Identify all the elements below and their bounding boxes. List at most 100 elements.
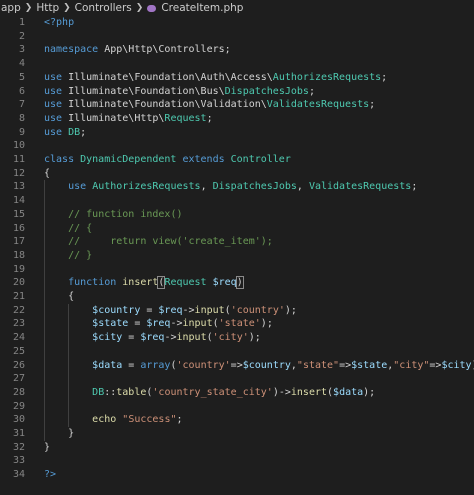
code-token: Illuminate\Http\ — [68, 112, 165, 124]
code-token: function — [68, 277, 123, 289]
breadcrumb: app ❯ Http ❯ Controllers ❯ CreateItem.ph… — [0, 0, 474, 16]
line-number: 23 — [12, 318, 25, 330]
code-token: ; — [206, 112, 213, 124]
code-token: AuthorizesRequests — [272, 71, 382, 83]
code-line: 6 use Illuminate\Foundation\Bus\Dispatche… — [0, 85, 474, 99]
code-token: Request — [164, 112, 207, 124]
code-token: )-> — [272, 386, 291, 398]
code-token: $city — [441, 359, 472, 371]
code-text: use Illuminate\Foundation\Bus\Dispatches… — [44, 85, 315, 99]
breadcrumb-item-app[interactable]: app — [0, 2, 22, 14]
code-text: // return view('create_item'); — [44, 235, 273, 249]
code-line: 2 — [0, 30, 474, 44]
code-token: => — [230, 359, 243, 371]
line-number: 22 — [12, 304, 25, 316]
code-token: ; — [308, 85, 315, 97]
indent-guide — [68, 303, 70, 427]
code-line: 30 echo "Success"; — [0, 413, 474, 427]
code-text: $country = $req->input('country'); — [44, 304, 297, 318]
code-token: "city" — [393, 359, 430, 371]
line-number: 33 — [12, 455, 25, 467]
code-line: 12 { — [0, 167, 474, 181]
line-number: 7 — [18, 99, 25, 111]
line-number: 24 — [12, 332, 25, 344]
code-token: 'country' — [176, 359, 231, 371]
code-text: $data = array('country'=>$country,"state… — [44, 359, 474, 373]
code-token: ; — [224, 44, 231, 56]
line-number: 10 — [12, 140, 25, 152]
line-number: 16 — [12, 222, 25, 234]
code-text: // function index() — [44, 208, 182, 222]
code-token: use — [44, 71, 69, 83]
code-token: table — [116, 386, 147, 398]
code-token: $state — [92, 318, 129, 330]
code-text: use Illuminate\Foundation\Validation\Val… — [44, 98, 375, 112]
code-token: "state" — [296, 359, 340, 371]
code-token: => — [429, 359, 442, 371]
code-token: $data — [333, 386, 364, 398]
code-line: 11 class DynamicDependent extends Control… — [0, 153, 474, 167]
code-token: ?> — [44, 469, 57, 481]
code-token: // return view('create_item'); — [68, 236, 273, 248]
code-token: DynamicDependent — [80, 154, 177, 165]
line-number: 14 — [12, 195, 25, 207]
line-number: 18 — [12, 249, 25, 261]
code-token: => — [339, 359, 352, 371]
code-token: Illuminate\Foundation\Bus\ — [68, 85, 225, 97]
breadcrumb-file[interactable]: CreateItem.php — [160, 2, 244, 14]
code-text: ?> — [44, 468, 56, 482]
code-token: $country — [92, 304, 141, 316]
code-line: 33 — [0, 454, 474, 468]
code-token: $req — [140, 332, 165, 344]
code-text: use DB; — [44, 126, 86, 140]
code-token: <?php — [44, 17, 75, 28]
code-line: 15 // function index() — [0, 208, 474, 222]
code-text: use AuthorizesRequests, DispatchesJobs, … — [44, 180, 417, 194]
code-line: 20 function insert(Request $req) — [0, 276, 474, 290]
code-token: class — [44, 154, 81, 165]
line-number: 11 — [12, 154, 25, 165]
code-text: <?php — [44, 16, 74, 30]
line-number: 19 — [12, 263, 25, 275]
line-number: 12 — [12, 167, 25, 179]
code-line: 16 // { — [0, 222, 474, 236]
code-token: ); — [363, 386, 376, 398]
code-token: input — [194, 304, 225, 316]
line-number: 20 — [12, 277, 25, 289]
code-token: $country — [242, 359, 291, 371]
breadcrumb-item-controllers[interactable]: Controllers — [74, 2, 133, 14]
code-token: -> — [170, 318, 183, 330]
code-token: ValidatesRequests — [308, 181, 412, 193]
code-token: insert — [122, 277, 159, 289]
code-token: } — [44, 441, 51, 453]
code-line: 23 $state = $req->input('state'); — [0, 317, 474, 331]
code-token: echo — [92, 414, 117, 426]
line-number: 32 — [12, 441, 25, 453]
code-token: :: — [104, 386, 117, 398]
code-token: insert — [290, 386, 328, 398]
code-token: // function index() — [68, 208, 183, 220]
code-token: ; — [80, 126, 87, 138]
code-editor[interactable]: 1 <?php 2 3 namespace App\Http\Controllers; 4… — [0, 16, 474, 495]
indent-guide — [44, 180, 45, 441]
line-number: 34 — [12, 469, 25, 481]
code-line: 8 use Illuminate\Http\Request; — [0, 112, 474, 126]
code-text: function insert(Request $req) — [44, 276, 244, 290]
code-token: use — [44, 99, 69, 111]
code-token: ); — [284, 304, 297, 316]
line-number: 13 — [12, 181, 25, 193]
code-token: ; — [176, 414, 183, 426]
code-line: 17 // return view('create_item'); — [0, 235, 474, 249]
code-token: input — [182, 318, 213, 330]
line-number: 9 — [18, 126, 25, 138]
code-token: DispatchesJobs — [224, 85, 309, 97]
code-line: 27 — [0, 372, 474, 386]
code-token: $req — [158, 304, 183, 316]
code-text: use Illuminate\Foundation\Auth\Access\Au… — [44, 71, 387, 85]
code-line: 21 { — [0, 290, 474, 304]
breadcrumb-item-http[interactable]: Http — [35, 2, 60, 14]
code-line: 19 — [0, 263, 474, 277]
